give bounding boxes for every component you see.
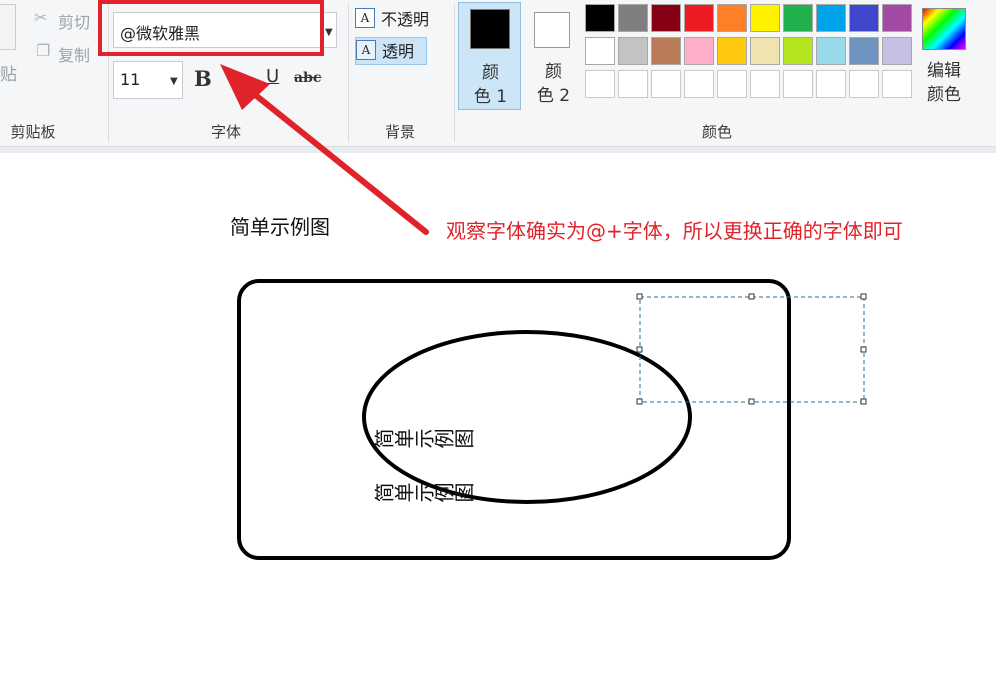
vertical-text-2: 简单示例图 xyxy=(374,482,474,506)
rounded-rectangle-shape xyxy=(237,279,791,560)
canvas-shapes xyxy=(98,0,867,560)
selection-handles xyxy=(636,293,867,405)
highlight-box xyxy=(98,0,324,56)
text-selection-box xyxy=(639,296,865,403)
vertical-text-1: 简单示例图 xyxy=(374,428,474,452)
ellipse-shape xyxy=(362,330,692,504)
arrow-annotation xyxy=(235,78,429,235)
